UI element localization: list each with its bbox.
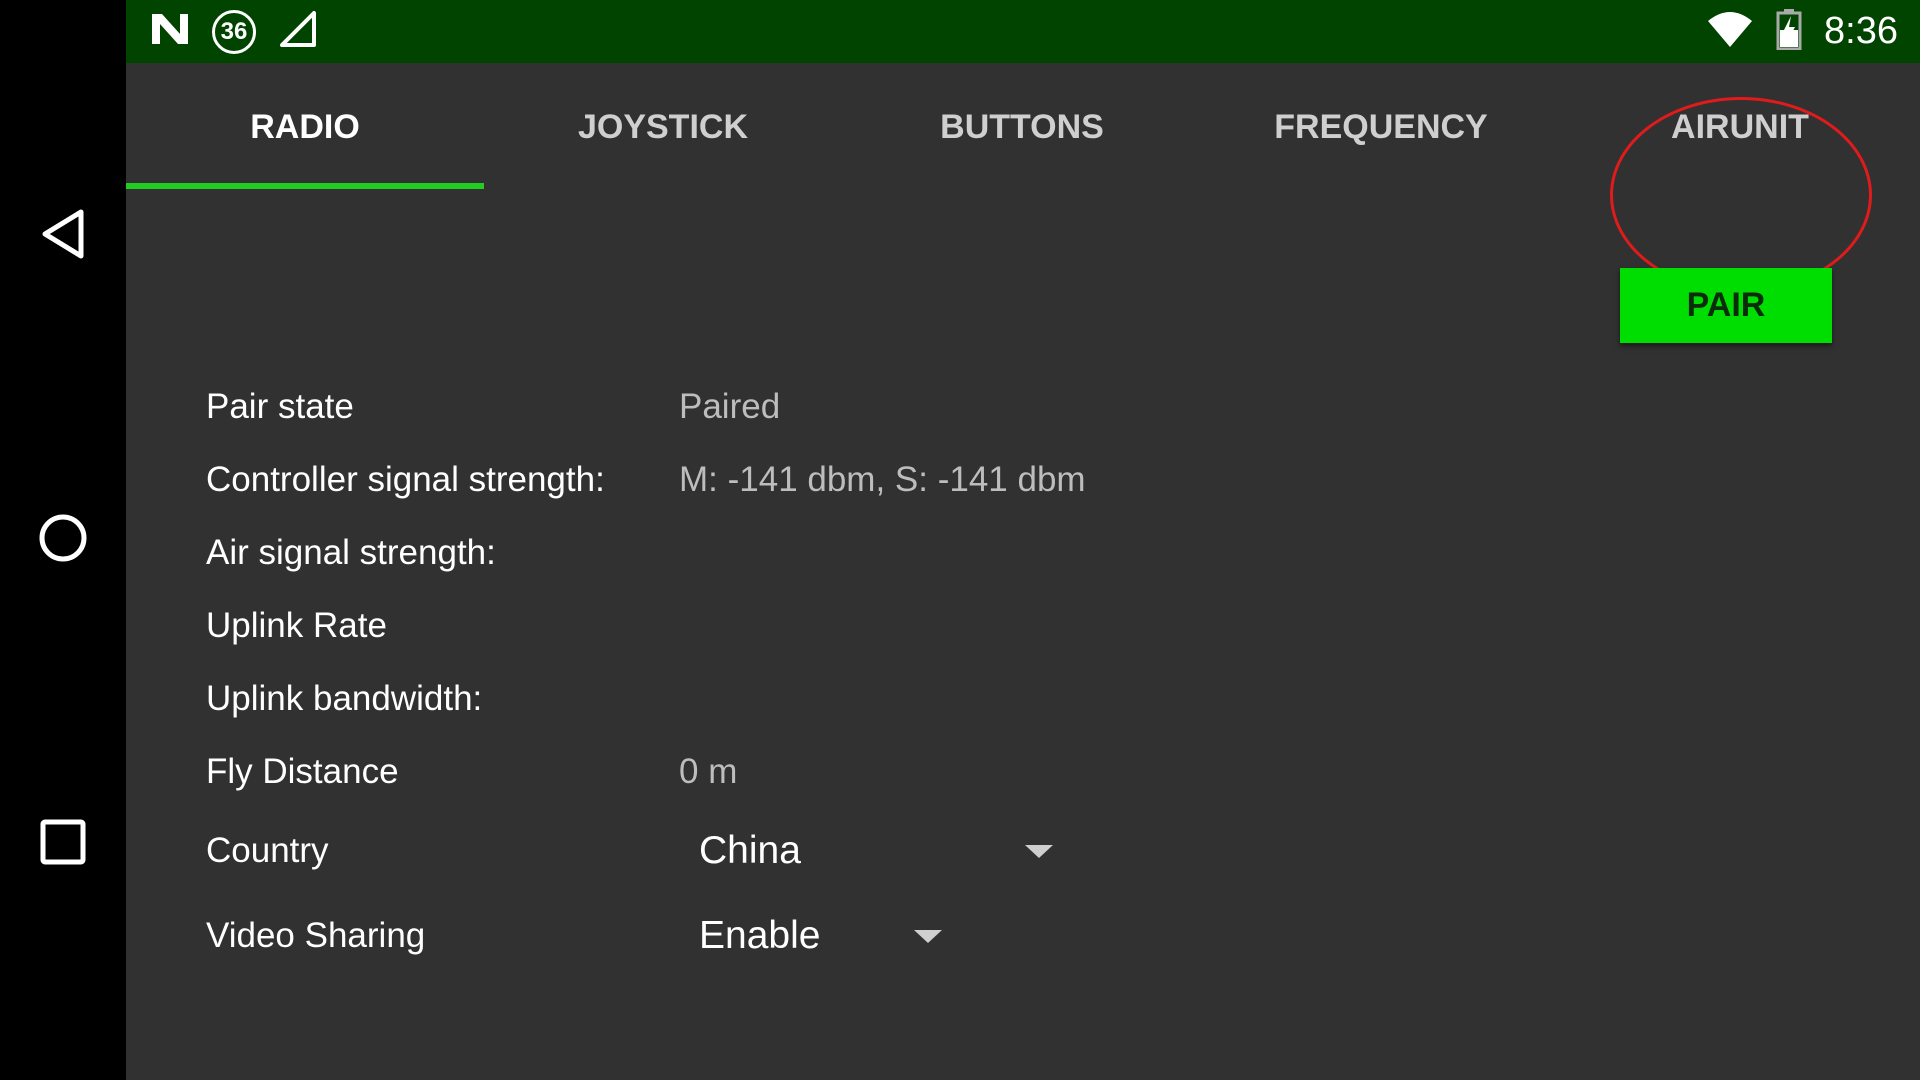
notification-count-badge: 36 [212, 9, 256, 54]
video-sharing-label: Video Sharing [206, 916, 426, 955]
chevron-down-icon [914, 929, 942, 943]
chevron-down-icon [1025, 844, 1053, 858]
tab-label: FREQUENCY [1274, 107, 1488, 146]
cell-signal-icon [278, 9, 318, 54]
air-signal-label: Air signal strength: [206, 533, 496, 572]
country-label: Country [206, 831, 329, 870]
recents-button[interactable] [0, 784, 126, 904]
air-signal-row: Air signal strength: [206, 523, 1806, 583]
pair-state-value: Paired [679, 387, 781, 426]
tab-frequency[interactable]: FREQUENCY [1202, 63, 1560, 191]
country-select[interactable]: China [699, 821, 1053, 881]
tab-buttons[interactable]: BUTTONS [843, 63, 1201, 191]
uplink-rate-label: Uplink Rate [206, 606, 387, 645]
n-logo-icon [150, 12, 190, 51]
uplink-bandwidth-label: Uplink bandwidth: [206, 679, 483, 718]
fly-distance-value: 0 m [679, 752, 738, 791]
uplink-bandwidth-row: Uplink bandwidth: [206, 669, 1806, 729]
home-icon [35, 510, 91, 571]
pair-button[interactable]: PAIR [1620, 268, 1832, 343]
tab-label: JOYSTICK [577, 107, 749, 146]
battery-charging-icon [1776, 8, 1802, 55]
navigation-bar [0, 0, 126, 1080]
active-tab-indicator [126, 183, 484, 189]
tab-label: BUTTONS [940, 107, 1104, 146]
video-sharing-row: Video Sharing Enable [206, 906, 1806, 966]
back-icon [35, 206, 91, 267]
status-time: 8:36 [1824, 10, 1898, 52]
recents-icon [35, 814, 91, 875]
country-row: Country China [206, 821, 1806, 881]
country-selected-value: China [699, 829, 801, 872]
controller-signal-value: M: -141 dbm, S: -141 dbm [679, 460, 1086, 499]
pair-state-row: Pair state Paired [206, 377, 1806, 437]
home-button[interactable] [0, 480, 126, 600]
wifi-icon [1706, 9, 1754, 54]
status-bar: 36 8:36 [126, 0, 1920, 63]
pair-state-label: Pair state [206, 387, 354, 426]
video-sharing-select[interactable]: Enable [699, 906, 942, 966]
uplink-rate-row: Uplink Rate [206, 596, 1806, 656]
controller-signal-row: Controller signal strength: M: -141 dbm,… [206, 450, 1806, 510]
tab-label: RADIO [250, 107, 360, 146]
back-button[interactable] [0, 176, 126, 296]
fly-distance-label: Fly Distance [206, 752, 399, 791]
app-content: RADIO JOYSTICK BUTTONS FREQUENCY AIRUNIT… [126, 63, 1920, 1080]
tab-radio[interactable]: RADIO [126, 63, 484, 191]
video-sharing-selected-value: Enable [699, 914, 821, 957]
controller-signal-label: Controller signal strength: [206, 460, 605, 499]
fly-distance-row: Fly Distance 0 m [206, 742, 1806, 802]
tab-joystick[interactable]: JOYSTICK [484, 63, 842, 191]
annotation-circle [1610, 97, 1872, 293]
